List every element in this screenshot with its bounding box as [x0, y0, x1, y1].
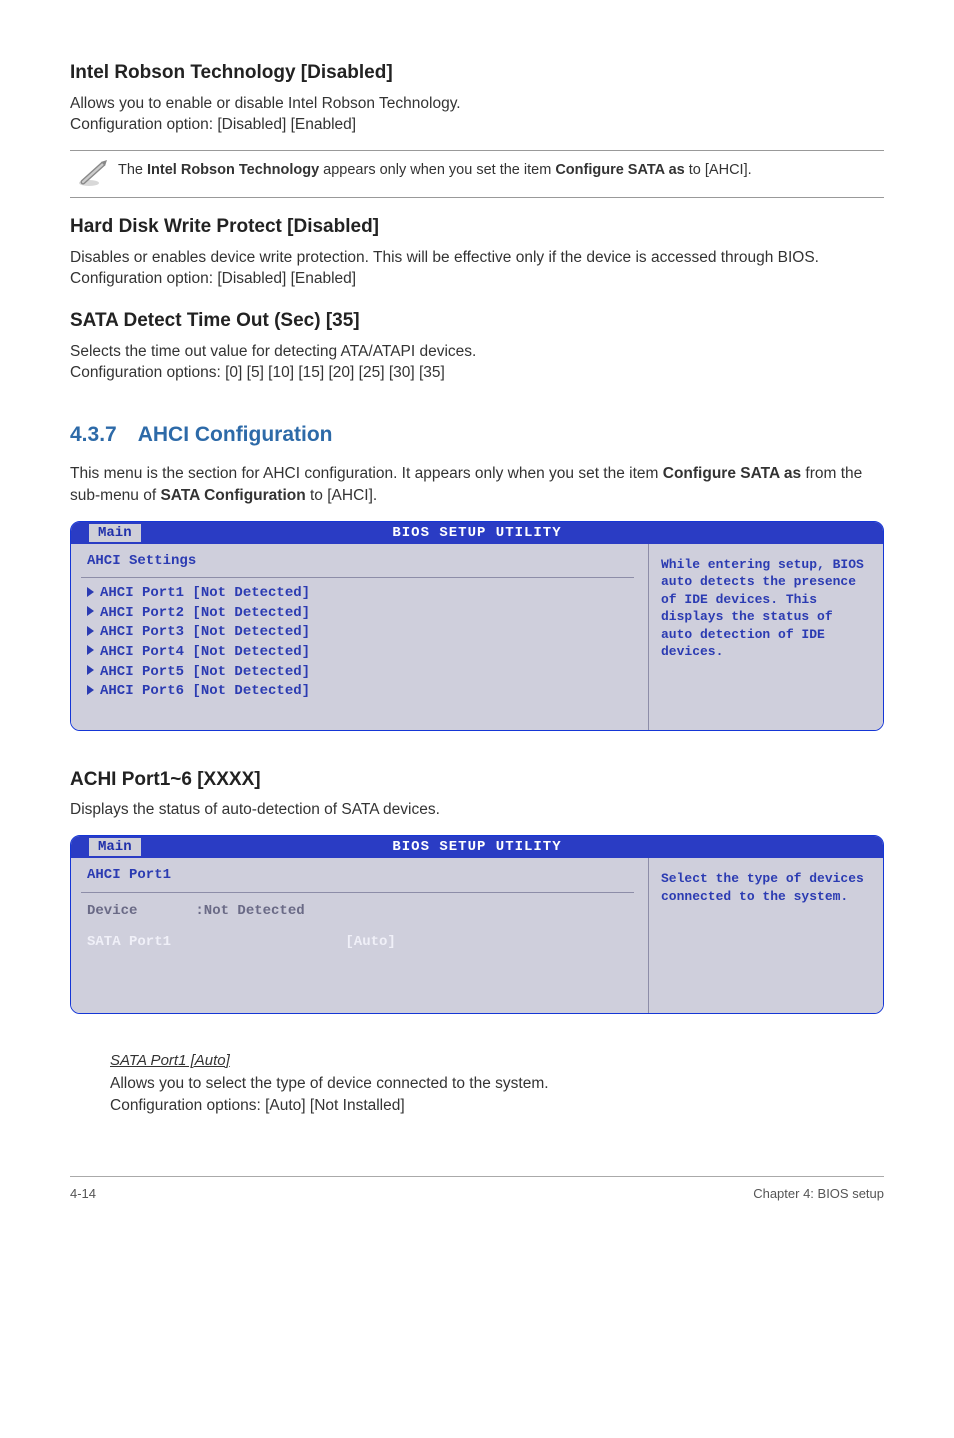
- ahci-b1: Configure SATA as: [663, 465, 801, 482]
- body-achi-port: Displays the status of auto-detection of…: [70, 799, 884, 821]
- bios1-title: BIOS SETUP UTILITY: [71, 522, 883, 544]
- bios2-title: BIOS SETUP UTILITY: [71, 836, 883, 858]
- bios2-device-label: Device: [87, 899, 187, 924]
- footer-page-number: 4-14: [70, 1185, 96, 1203]
- bios-panel-ahci-settings: BIOS SETUP UTILITY Main AHCI Settings AH…: [70, 521, 884, 731]
- body-hdwp: Disables or enables device write protect…: [70, 247, 884, 290]
- note-b2: Configure SATA as: [555, 162, 684, 178]
- bios1-item-label: AHCI Port1 [Not Detected]: [100, 585, 310, 601]
- bios1-item-label: AHCI Port6 [Not Detected]: [100, 683, 310, 699]
- bios2-field-value[interactable]: [Auto]: [345, 934, 395, 950]
- bios1-item-label: AHCI Port3 [Not Detected]: [100, 624, 310, 640]
- note-mid: appears only when you set the item: [319, 162, 555, 178]
- bios2-tab-main[interactable]: Main: [89, 838, 141, 856]
- footer-chapter: Chapter 4: BIOS setup: [753, 1185, 884, 1203]
- bios1-item[interactable]: AHCI Port4 [Not Detected]: [87, 643, 640, 663]
- triangle-icon: [87, 645, 94, 655]
- heading-sdto: SATA Detect Time Out (Sec) [35]: [70, 308, 884, 335]
- bios1-left-title: AHCI Settings: [87, 552, 640, 572]
- bios2-left-title: AHCI Port1: [87, 866, 640, 886]
- body-robson: Allows you to enable or disable Intel Ro…: [70, 93, 884, 136]
- bios-panel-ahci-port1: BIOS SETUP UTILITY Main AHCI Port1 Devic…: [70, 835, 884, 1014]
- ahci-post: to [AHCI].: [306, 487, 378, 504]
- bios1-tab-main[interactable]: Main: [89, 524, 141, 542]
- bios2-device-value: :Not Detected: [195, 903, 304, 919]
- bios1-item[interactable]: AHCI Port1 [Not Detected]: [87, 584, 640, 604]
- bios2-help: Select the type of devices connected to …: [648, 858, 883, 1013]
- triangle-icon: [87, 665, 94, 675]
- heading-ahci-config: 4.3.7 AHCI Configuration: [70, 420, 884, 449]
- note-icon: [70, 158, 118, 188]
- note-text: The Intel Robson Technology appears only…: [118, 158, 752, 180]
- bios1-item-label: AHCI Port4 [Not Detected]: [100, 644, 310, 660]
- heading-hdwp: Hard Disk Write Protect [Disabled]: [70, 214, 884, 241]
- ahci-b2: SATA Configuration: [160, 487, 305, 504]
- body-sdto: Selects the time out value for detecting…: [70, 341, 884, 384]
- triangle-icon: [87, 587, 94, 597]
- bios1-item-label: AHCI Port5 [Not Detected]: [100, 664, 310, 680]
- heading-robson: Intel Robson Technology [Disabled]: [70, 60, 884, 87]
- body-ahci-intro: This menu is the section for AHCI config…: [70, 463, 884, 506]
- heading-achi-port: ACHI Port1~6 [XXXX]: [70, 767, 884, 794]
- note-pre: The: [118, 162, 147, 178]
- triangle-icon: [87, 626, 94, 636]
- bios1-help: While entering setup, BIOS auto detects …: [648, 544, 883, 730]
- bios1-item[interactable]: AHCI Port5 [Not Detected]: [87, 663, 640, 683]
- body-sataport1: Allows you to select the type of device …: [110, 1073, 884, 1116]
- note-b1: Intel Robson Technology: [147, 162, 319, 178]
- bios2-field-label[interactable]: SATA Port1: [87, 930, 337, 955]
- triangle-icon: [87, 606, 94, 616]
- bios1-item-label: AHCI Port2 [Not Detected]: [100, 605, 310, 621]
- ahci-pre: This menu is the section for AHCI config…: [70, 465, 663, 482]
- page-footer: 4-14 Chapter 4: BIOS setup: [70, 1176, 884, 1203]
- bios1-item[interactable]: AHCI Port3 [Not Detected]: [87, 623, 640, 643]
- bios1-item[interactable]: AHCI Port6 [Not Detected]: [87, 682, 640, 702]
- note-post: to [AHCI].: [685, 162, 752, 178]
- note-robson: The Intel Robson Technology appears only…: [70, 150, 884, 198]
- heading-sataport1: SATA Port1 [Auto]: [110, 1050, 884, 1071]
- bios1-item[interactable]: AHCI Port2 [Not Detected]: [87, 604, 640, 624]
- triangle-icon: [87, 685, 94, 695]
